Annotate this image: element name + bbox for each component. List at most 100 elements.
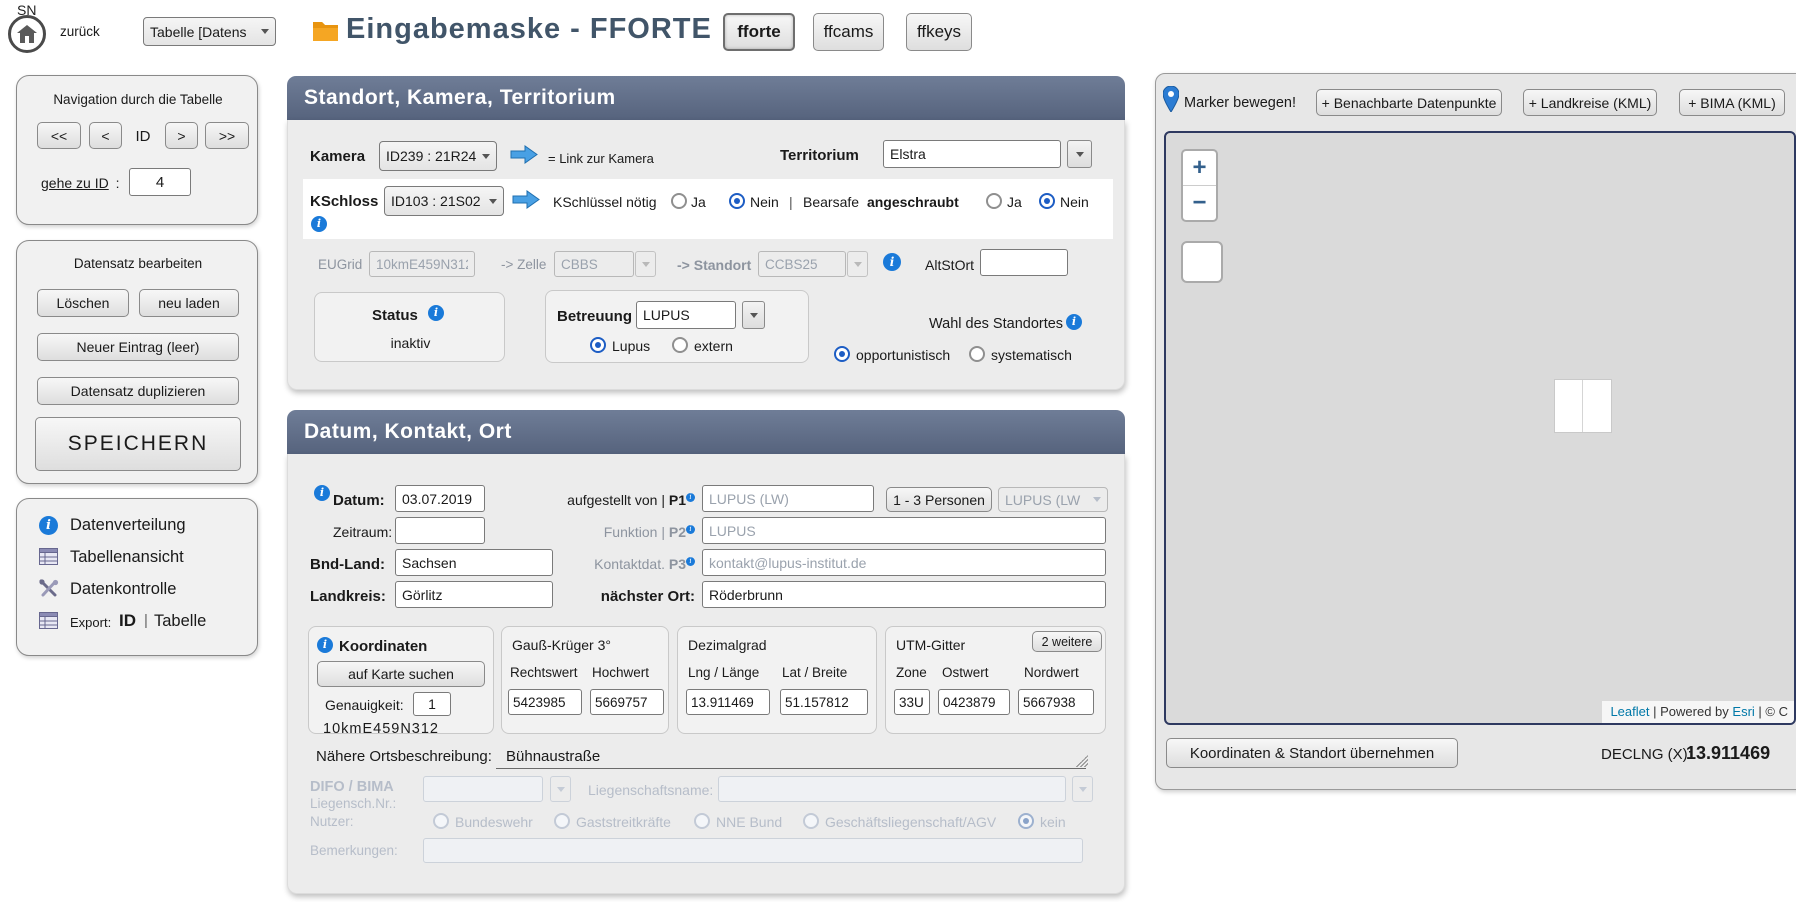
kschluessel-ja-radio[interactable] [671, 193, 687, 209]
home-icon[interactable] [8, 15, 46, 53]
kschluessel-nein-radio[interactable] [729, 193, 745, 209]
territorium-dropdown-button[interactable] [1067, 140, 1092, 168]
ort-input[interactable] [702, 581, 1106, 608]
betreuung-lupus-radio[interactable] [590, 337, 606, 353]
esri-link[interactable]: Esri [1732, 704, 1754, 719]
datum-section-title: Datum, Kontakt, Ort [304, 420, 512, 444]
chevron-down-icon [1093, 497, 1101, 502]
map-canvas[interactable]: + − Leaflet | Powered by Esri | © C [1164, 131, 1796, 725]
betreuung-dropdown-button[interactable] [742, 301, 765, 329]
export-table-link[interactable]: Tabelle [154, 612, 206, 631]
opportunistisch-radio[interactable] [834, 346, 850, 362]
bearsafe-ja-radio[interactable] [986, 193, 1002, 209]
systematisch-radio[interactable] [969, 346, 985, 362]
export-id-link[interactable]: ID [119, 611, 136, 631]
bearsafe-ja-label: Ja [1007, 194, 1022, 210]
personen-button[interactable]: 1 - 3 Personen [886, 487, 992, 512]
koordinaten-info-icon[interactable] [317, 637, 333, 653]
betreuung-label: Betreuung [557, 308, 632, 325]
utm-zone-input[interactable] [894, 689, 930, 715]
datenpunkte-button[interactable]: + Benachbarte Datenpunkte [1316, 89, 1502, 116]
datum-info-icon[interactable] [314, 485, 330, 501]
map-zoom-control: + − [1181, 149, 1218, 222]
leaflet-link[interactable]: Leaflet [1610, 704, 1649, 719]
prev-record-button[interactable]: < [89, 122, 122, 149]
zoom-in-button[interactable]: + [1183, 151, 1216, 186]
map-layers-control[interactable] [1181, 241, 1223, 283]
karte-suchen-button[interactable]: auf Karte suchen [317, 661, 485, 687]
weitere-button[interactable]: 2 weitere [1032, 631, 1102, 652]
status-value: inaktiv [315, 335, 506, 351]
standort-section-header: Standort, Kamera, Territorium [287, 76, 1125, 120]
standort-info-icon[interactable] [883, 253, 901, 271]
dg-title: Dezimalgrad [688, 637, 767, 653]
datum-section-header: Datum, Kontakt, Ort [287, 410, 1125, 454]
back-link[interactable]: zurück [60, 24, 100, 39]
zoom-out-button[interactable]: − [1183, 186, 1216, 220]
table-select[interactable]: Tabelle [Datens [143, 17, 276, 46]
declng-label: DECLNG (X): [1601, 746, 1692, 763]
ortsbeschreibung-textarea[interactable]: Bühnaustraße [496, 741, 1086, 769]
zeitraum-label: Zeitraum: [333, 524, 392, 540]
liegensch-nr-dropdown-button [550, 776, 571, 802]
nutzer-kein-radio [1018, 813, 1034, 829]
utm-ostwert-input[interactable] [938, 689, 1010, 715]
betreuung-input[interactable] [636, 301, 736, 329]
apply-coordinates-button[interactable]: Koordinaten & Standort übernehmen [1166, 738, 1458, 768]
kamera-select[interactable]: ID239 : 21R24 [379, 141, 497, 171]
lat-input[interactable] [780, 689, 868, 715]
export-separator: | [144, 612, 148, 629]
tools-item-tabellenansicht[interactable]: Tabellenansicht [39, 545, 239, 571]
p1-input[interactable] [702, 485, 874, 512]
chevron-down-icon [750, 313, 758, 318]
wahl-info-icon[interactable] [1066, 314, 1082, 330]
rechtswert-input[interactable] [508, 689, 582, 715]
nutzer-kein-label: kein [1040, 814, 1066, 830]
link-arrow-icon[interactable] [512, 190, 540, 212]
next-record-button[interactable]: > [165, 122, 198, 149]
goto-id-link[interactable]: gehe zu ID : [41, 175, 120, 191]
p3-input[interactable] [702, 549, 1106, 576]
duplicate-record-button[interactable]: Datensatz duplizieren [37, 377, 239, 405]
territorium-input[interactable] [883, 140, 1061, 168]
hochwert-input[interactable] [590, 689, 664, 715]
kschloss-select[interactable]: ID103 : 21S02 [384, 186, 504, 216]
status-info-icon[interactable] [428, 305, 444, 321]
genauigkeit-input[interactable] [413, 692, 451, 716]
bima-kml-button[interactable]: + BIMA (KML) [1679, 89, 1785, 116]
reload-button[interactable]: neu laden [139, 289, 239, 317]
p2-input[interactable] [702, 517, 1106, 544]
gk-title: Gauß-Krüger 3° [512, 637, 611, 653]
altstort-input[interactable] [980, 249, 1068, 276]
resize-grip-icon[interactable] [1076, 755, 1088, 767]
chevron-down-icon [489, 199, 497, 204]
save-button[interactable]: SPEICHERN [35, 417, 241, 471]
first-record-button[interactable]: << [37, 122, 81, 149]
divider: | [789, 194, 793, 210]
tools-item-datenverteilung[interactable]: Datenverteilung [39, 513, 239, 539]
territorium-label: Territorium [780, 147, 859, 164]
table-icon [39, 548, 58, 568]
last-record-button[interactable]: >> [205, 122, 249, 149]
nutzer-bundeswehr-label: Bundeswehr [455, 814, 533, 830]
betreuung-extern-radio[interactable] [672, 337, 688, 353]
betreuung-lupus-label: Lupus [612, 338, 650, 354]
tab-ffkeys[interactable]: ffkeys [906, 13, 972, 51]
record-edit-box: Datensatz bearbeiten Löschen neu laden N… [16, 240, 258, 484]
lng-input[interactable] [686, 689, 770, 715]
delete-button[interactable]: Löschen [37, 289, 129, 317]
landkreise-kml-button[interactable]: + Landkreise (KML) [1523, 89, 1657, 116]
kschloss-info-icon[interactable] [311, 216, 327, 232]
status-box: Status inaktiv [314, 292, 505, 362]
map-attribution: Leaflet | Powered by Esri | © C [1602, 701, 1794, 723]
tab-ffcams[interactable]: ffcams [813, 13, 884, 51]
new-entry-button[interactable]: Neuer Eintrag (leer) [37, 333, 239, 361]
utm-nordwert-input[interactable] [1018, 689, 1094, 715]
link-arrow-icon[interactable] [510, 145, 538, 167]
tools-item-datenkontrolle[interactable]: Datenkontrolle [39, 577, 239, 603]
nutzer-gaststreitkraefte-label: Gaststreitkräfte [576, 814, 671, 830]
goto-id-input[interactable] [129, 168, 191, 196]
bearsafe-nein-radio[interactable] [1039, 193, 1055, 209]
tab-fforte[interactable]: fforte [723, 13, 795, 51]
map-panel: Marker bewegen! + Benachbarte Datenpunkt… [1155, 73, 1796, 790]
